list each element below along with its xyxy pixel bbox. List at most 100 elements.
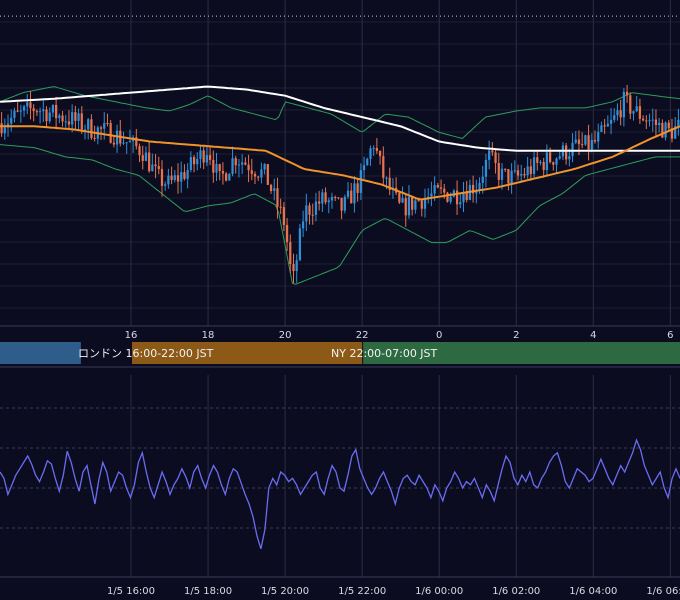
candle-body <box>343 196 346 211</box>
candle-body <box>3 127 6 134</box>
oscillator-x-tick-label: 1/6 00:00 <box>415 586 463 597</box>
candle-body <box>641 118 645 121</box>
candle-body <box>654 119 658 125</box>
candle-body <box>298 228 302 261</box>
candle-body <box>64 121 67 123</box>
oscillator-x-axis-ticks: 1/5 16:00 1/5 18:00 1/5 20:00 1/5 22:00 1/6 … <box>107 586 680 597</box>
oscillator-x-tick-label: 1/5 18:00 <box>184 586 232 597</box>
candle-body <box>359 170 362 193</box>
candle-body <box>173 175 176 181</box>
candle-body <box>645 120 648 122</box>
candle-body <box>295 260 298 272</box>
main-x-tick-label: 20 <box>279 330 292 341</box>
candle-body <box>61 115 64 122</box>
candle-body <box>581 144 584 146</box>
candle-body <box>638 106 642 119</box>
candle-body <box>141 155 144 161</box>
candle-body <box>77 113 80 121</box>
candle-body <box>494 152 497 164</box>
candle-body <box>38 111 42 113</box>
candle-body <box>375 148 379 151</box>
candle-body <box>462 193 465 203</box>
candle-body <box>619 110 622 118</box>
candle-body <box>667 122 670 129</box>
candle-body <box>276 188 279 207</box>
candle-body <box>29 102 32 109</box>
candle-body <box>414 200 417 210</box>
candle-body <box>157 166 160 170</box>
candle-body <box>651 119 654 121</box>
candle-body <box>523 174 526 176</box>
candle-body <box>407 196 411 216</box>
candle-body <box>420 200 423 209</box>
candle-body <box>597 131 600 142</box>
candle-body <box>385 177 388 179</box>
candle-body <box>334 196 337 198</box>
candle-body <box>311 214 314 216</box>
candle-body <box>103 122 106 129</box>
session-tokyo-block <box>0 342 81 364</box>
candle-body <box>398 192 401 203</box>
main-chart-background <box>0 0 680 326</box>
candle-body <box>237 164 241 166</box>
candle-body <box>504 168 507 170</box>
main-x-tick-label: 2 <box>513 330 519 341</box>
oscillator-x-tick-label: 1/6 04:00 <box>569 586 617 597</box>
candle-body <box>337 197 340 199</box>
candle-body <box>199 150 202 160</box>
candle-body <box>532 157 536 174</box>
candle-body <box>449 196 452 202</box>
candle-body <box>74 112 77 121</box>
candle-body <box>321 192 324 204</box>
candle-body <box>446 192 449 202</box>
candle-body <box>536 157 539 163</box>
candle-body <box>263 164 266 170</box>
candle-body <box>629 95 632 114</box>
candle-body <box>497 163 500 180</box>
candle-body <box>109 123 112 143</box>
candle-body <box>545 152 549 171</box>
candle-body <box>622 91 625 118</box>
candle-body <box>301 221 305 229</box>
candle-body <box>539 161 542 163</box>
oscillator-x-tick-label: 1/5 20:00 <box>261 586 309 597</box>
candle-body <box>491 150 494 153</box>
candle-body <box>58 115 61 119</box>
candle-body <box>664 122 667 138</box>
oscillator-x-tick-label: 1/5 22:00 <box>338 586 386 597</box>
candle-body <box>574 139 577 143</box>
candle-body <box>401 198 404 203</box>
candle-body <box>106 122 109 124</box>
candle-body <box>542 161 545 171</box>
candle-body <box>260 169 263 178</box>
candle-body <box>369 148 372 159</box>
candle-body <box>154 164 157 167</box>
candle-body <box>247 164 250 171</box>
candle-body <box>565 145 568 160</box>
candle-body <box>112 142 115 145</box>
candle-body <box>423 198 427 209</box>
candle-body <box>160 169 164 186</box>
candle-body <box>529 166 532 174</box>
candle-body <box>180 172 183 182</box>
candle-body <box>128 141 132 143</box>
candle-body <box>484 159 488 177</box>
candle-body <box>26 102 29 107</box>
trading-chart: 16 18 20 22 0 2 4 6 ロンドン 16:00-22:00 JST NY 22:… <box>0 0 680 597</box>
candle-body <box>257 176 260 178</box>
candle-body <box>500 168 504 180</box>
candle-body <box>151 164 154 172</box>
candle-body <box>48 112 51 122</box>
candle-body <box>350 190 353 204</box>
candle-body <box>231 158 234 174</box>
candle-body <box>603 125 606 127</box>
oscillator-line <box>0 438 680 549</box>
candle-body <box>356 183 359 193</box>
candle-body <box>606 123 609 127</box>
candle-body <box>318 201 321 204</box>
candle-body <box>234 158 237 166</box>
candle-body <box>459 202 462 205</box>
candle-body <box>122 142 125 144</box>
candle-body <box>366 158 369 166</box>
candle-body <box>67 121 71 125</box>
